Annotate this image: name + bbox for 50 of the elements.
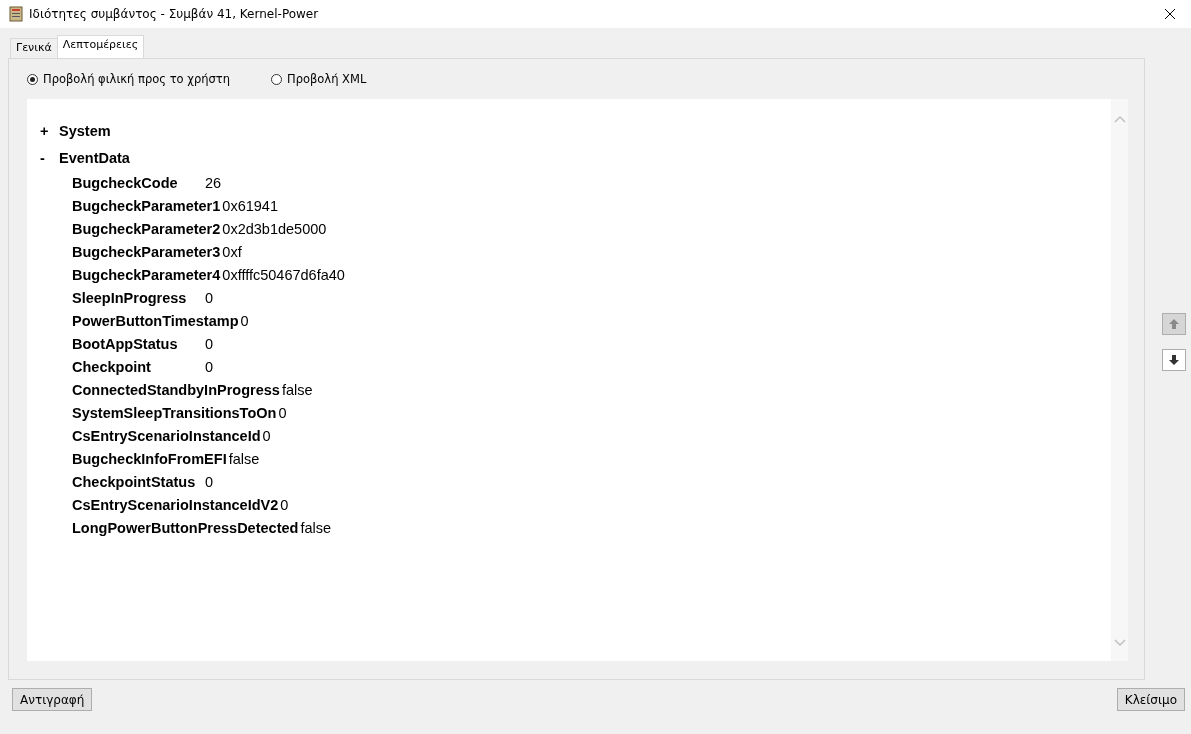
expand-toggle[interactable]: + bbox=[40, 122, 59, 139]
close-button[interactable]: Κλείσιμο bbox=[1116, 688, 1185, 711]
field-name: BugcheckCode bbox=[72, 174, 179, 191]
close-icon[interactable] bbox=[1164, 8, 1176, 20]
arrow-down-icon bbox=[1168, 354, 1180, 366]
next-button[interactable] bbox=[1162, 349, 1186, 371]
field-value: 0 bbox=[262, 427, 271, 444]
field-value: false bbox=[300, 519, 332, 536]
field-value: 0 bbox=[205, 289, 214, 306]
field-name: SystemSleepTransitionsToOn bbox=[72, 404, 278, 421]
radio-button[interactable] bbox=[27, 73, 38, 85]
field-value: false bbox=[228, 450, 260, 467]
event-log-icon bbox=[9, 6, 23, 22]
expand-toggle[interactable]: - bbox=[40, 149, 59, 166]
field-value: 26 bbox=[205, 174, 222, 191]
tab[interactable]: Γενικά bbox=[10, 38, 58, 58]
tab[interactable]: Λεπτομέρειες bbox=[56, 35, 145, 58]
radio-label[interactable]: Προβολή XML bbox=[287, 72, 367, 86]
field-value: 0x61941 bbox=[222, 197, 278, 214]
node-label[interactable]: System bbox=[59, 122, 111, 139]
field-name: BugcheckParameter1 bbox=[72, 197, 222, 214]
field-value: 0 bbox=[280, 496, 289, 513]
field-name: Checkpoint bbox=[72, 358, 152, 375]
field-value: 0 bbox=[240, 312, 249, 329]
field-value: 0 bbox=[205, 358, 214, 375]
field-name: BugcheckParameter4 bbox=[72, 266, 222, 283]
field-name: CheckpointStatus bbox=[72, 473, 197, 490]
field-value: 0 bbox=[205, 335, 214, 352]
field-value: 0 bbox=[205, 473, 214, 490]
field-value: 0x2d3b1de5000 bbox=[222, 220, 327, 237]
field-name: ConnectedStandbyInProgress bbox=[72, 381, 281, 398]
field-value: 0xffffc50467d6fa40 bbox=[222, 266, 345, 283]
field-name: LongPowerButtonPressDetected bbox=[72, 519, 300, 536]
field-value: 0 bbox=[278, 404, 287, 421]
field-name: BugcheckInfoFromEFI bbox=[72, 450, 228, 467]
node-label[interactable]: EventData bbox=[59, 149, 130, 166]
copy-button[interactable]: Αντιγραφή bbox=[12, 688, 93, 711]
field-name: SleepInProgress bbox=[72, 289, 188, 306]
arrow-up-icon bbox=[1168, 318, 1180, 330]
field-name: CsEntryScenarioInstanceIdV2 bbox=[72, 496, 280, 513]
field-value: 0xf bbox=[222, 243, 242, 260]
field-value: false bbox=[281, 381, 313, 398]
radio-label[interactable]: Προβολή φιλική προς το χρήστη bbox=[43, 72, 230, 86]
field-name: PowerButtonTimestamp bbox=[72, 312, 240, 329]
field-name: BugcheckParameter3 bbox=[72, 243, 222, 260]
radio-button[interactable] bbox=[271, 73, 282, 85]
window-title: Ιδιότητες συμβάντος - Συμβάν 41, Kernel-Power bbox=[29, 7, 320, 21]
field-name: CsEntryScenarioInstanceId bbox=[72, 427, 262, 444]
field-name: BugcheckParameter2 bbox=[72, 220, 222, 237]
field-name: BootAppStatus bbox=[72, 335, 179, 352]
